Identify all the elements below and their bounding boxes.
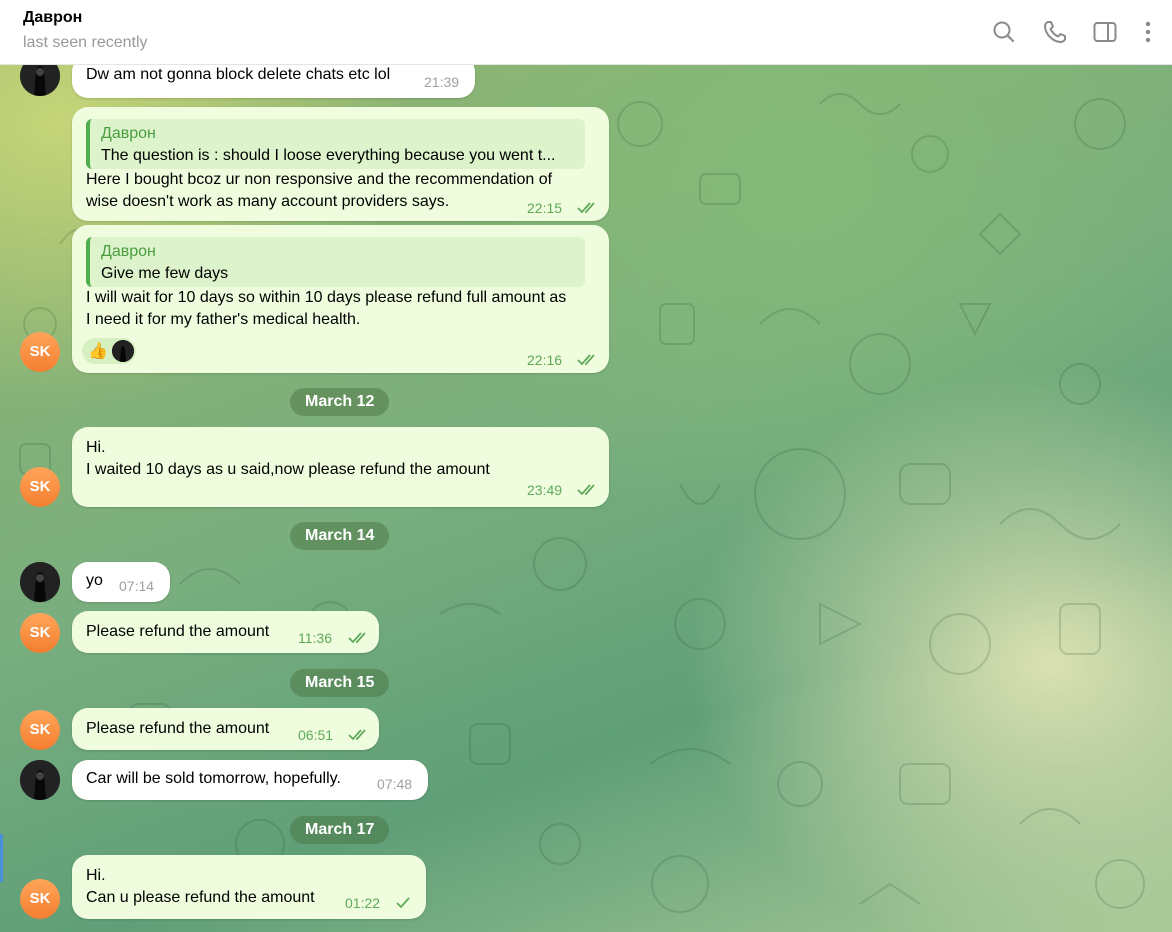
message-text: Please refund the amount	[86, 623, 270, 640]
sk-avatar[interactable]: SK	[20, 710, 60, 750]
single-check-icon	[394, 897, 416, 909]
message-bubble-outgoing[interactable]: Please refund the amount 11:36	[72, 611, 379, 653]
message-time: 06:51	[298, 727, 334, 743]
message-time: 22:16	[527, 352, 563, 368]
contact-status: last seen recently	[23, 34, 148, 51]
message-bubble-outgoing[interactable]: Hi. Can u please refund the amount 01:22	[72, 855, 426, 919]
sk-avatar[interactable]: SK	[20, 613, 60, 653]
message-line: I waited 10 days as u said,now please re…	[86, 461, 490, 478]
reaction-badge[interactable]: 👍	[82, 338, 136, 364]
message-bubble-outgoing[interactable]: Hi. I waited 10 days as u said,now pleas…	[72, 427, 609, 507]
chat-header: Даврон last seen recently	[0, 0, 1172, 65]
double-check-icon	[348, 632, 370, 644]
reply-quote[interactable]: Даврон The question is : should I loose …	[86, 119, 585, 169]
reply-author: Даврон	[101, 125, 156, 142]
search-icon[interactable]	[990, 18, 1018, 46]
date-separator: March 17	[290, 816, 390, 844]
double-check-icon	[577, 354, 599, 366]
message-bubble-outgoing[interactable]: Даврон The question is : should I loose …	[72, 107, 609, 221]
double-check-icon	[348, 729, 370, 741]
message-line: Hi.	[86, 439, 106, 456]
more-vertical-icon[interactable]	[1134, 18, 1162, 46]
message-time: 07:14	[119, 578, 155, 594]
message-time: 21:39	[424, 74, 460, 90]
date-separator: March 14	[290, 522, 390, 550]
message-bubble-incoming[interactable]: Dw am not gonna block delete chats etc l…	[72, 64, 475, 98]
reply-author: Даврон	[101, 243, 156, 260]
message-time: 07:48	[377, 776, 413, 792]
message-line: I need it for my father's medical health…	[86, 311, 361, 328]
message-text: Car will be sold tomorrow, hopefully.	[86, 770, 341, 787]
thumbs-up-icon: 👍	[88, 343, 108, 360]
message-line: Hi.	[86, 867, 106, 884]
message-time: 11:36	[298, 630, 332, 646]
message-bubble-outgoing[interactable]: Даврон Give me few days I will wait for …	[72, 225, 609, 373]
message-text: Dw am not gonna block delete chats etc l…	[86, 66, 391, 83]
chat-area[interactable]: Dw am not gonna block delete chats etc l…	[0, 64, 1172, 932]
reactor-avatar	[112, 340, 134, 362]
sk-avatar[interactable]: SK	[20, 467, 60, 507]
message-line: I will wait for 10 days so within 10 day…	[86, 289, 567, 306]
double-check-icon	[577, 202, 599, 214]
message-bubble-outgoing[interactable]: Please refund the amount 06:51	[72, 708, 379, 750]
double-check-icon	[577, 484, 599, 496]
message-bubble-incoming[interactable]: yo 07:14	[72, 562, 170, 602]
scroll-indicator	[0, 834, 3, 882]
date-separator: March 12	[290, 388, 390, 416]
sidebar-toggle-icon[interactable]	[1091, 18, 1119, 46]
message-line: Here I bought bcoz ur non responsive and…	[86, 171, 553, 188]
contact-name[interactable]: Даврон	[23, 9, 82, 27]
phone-icon[interactable]	[1041, 18, 1069, 46]
contact-avatar[interactable]	[20, 562, 60, 602]
date-separator: March 15	[290, 669, 390, 697]
contact-avatar[interactable]	[20, 760, 60, 800]
reply-text: The question is : should I loose everyth…	[101, 147, 556, 164]
reply-text: Give me few days	[101, 265, 229, 282]
message-text: Please refund the amount	[86, 720, 270, 737]
message-time: 22:15	[527, 200, 563, 216]
message-bubble-incoming[interactable]: Car will be sold tomorrow, hopefully. 07…	[72, 760, 428, 800]
message-time: 01:22	[345, 895, 381, 911]
message-line: wise doesn't work as many account provid…	[86, 193, 450, 210]
sk-avatar[interactable]: SK	[20, 332, 60, 372]
reply-quote[interactable]: Даврон Give me few days	[86, 237, 585, 287]
message-time: 23:49	[527, 482, 563, 498]
sk-avatar[interactable]: SK	[20, 879, 60, 919]
message-text: yo	[86, 572, 103, 589]
message-line: Can u please refund the amount	[86, 889, 315, 906]
